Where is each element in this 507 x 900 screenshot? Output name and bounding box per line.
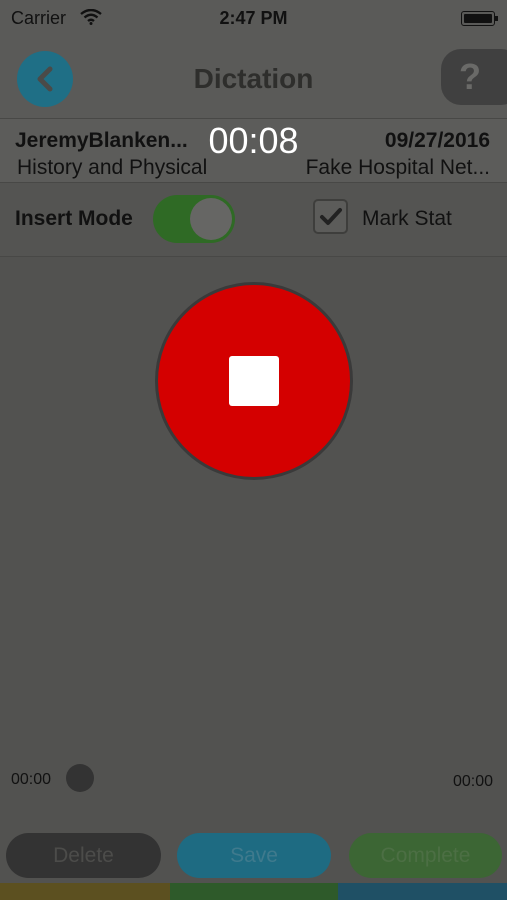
playback-duration: 00:00	[452, 773, 493, 790]
mode-bar: Insert Mode Mark Stat	[0, 183, 507, 257]
status-bar: Carrier 2:47 PM	[0, 0, 507, 36]
mark-stat-checkbox[interactable]	[313, 199, 348, 234]
dictation-info: JeremyBlanken... 00:08 09/27/2016 Histor…	[0, 118, 507, 183]
stop-icon	[229, 356, 279, 406]
stop-recording-button[interactable]	[155, 282, 353, 480]
playback-scrubber[interactable]	[66, 764, 94, 792]
playback-position: 00:00	[11, 771, 52, 788]
accent-strip-green	[170, 883, 338, 900]
insert-mode-label: Insert Mode	[15, 207, 133, 230]
page-title: Dictation	[193, 63, 314, 94]
navigation-bar: Dictation ?	[0, 36, 507, 118]
insert-mode-toggle[interactable]	[153, 195, 235, 243]
help-button[interactable]: ?	[441, 49, 507, 105]
checkmark-icon	[319, 207, 342, 225]
toggle-knob	[190, 198, 232, 240]
complete-button[interactable]: Complete	[349, 833, 502, 878]
battery-icon	[461, 11, 498, 26]
accent-strip-blue	[338, 883, 507, 900]
delete-button[interactable]: Delete	[6, 833, 161, 878]
accent-strip-yellow	[0, 883, 170, 900]
mark-stat-label[interactable]: Mark Stat	[362, 207, 452, 231]
note-type: History and Physical	[17, 156, 208, 179]
facility-name: Fake Hospital Net...	[305, 156, 490, 179]
clock: 2:47 PM	[219, 8, 288, 28]
save-button[interactable]: Save	[177, 833, 331, 878]
visit-date: 09/27/2016	[384, 129, 490, 152]
